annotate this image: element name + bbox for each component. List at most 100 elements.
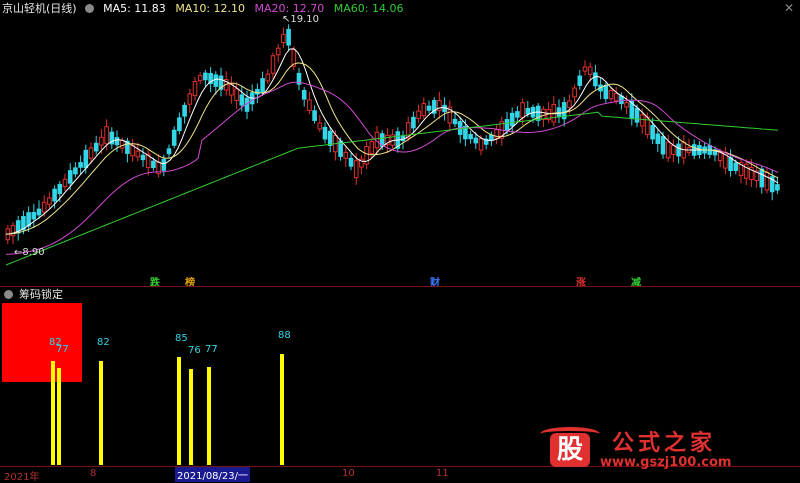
- candle-body: [31, 211, 37, 220]
- candle-body: [260, 78, 265, 93]
- candle-body: [327, 130, 333, 147]
- candle-body: [99, 136, 104, 146]
- candle-body: [78, 162, 83, 168]
- watermark-url: www.gszj100.com: [600, 455, 732, 470]
- candle-body: [582, 66, 588, 72]
- candle-body: [665, 141, 671, 159]
- indicator-bar: [207, 367, 211, 465]
- candle-body: [73, 167, 78, 175]
- candle-body: [265, 73, 271, 82]
- candle-body: [239, 94, 245, 106]
- candle-body: [281, 33, 286, 44]
- candle-body: [88, 147, 94, 159]
- candle-body: [197, 75, 203, 82]
- candle-body: [572, 87, 577, 98]
- high-price-label: 19.10: [290, 14, 320, 25]
- candle-body: [307, 99, 312, 111]
- candles-group: [5, 24, 780, 245]
- candle-body: [213, 74, 219, 87]
- candle-body: [67, 170, 73, 184]
- candle-body: [41, 201, 47, 213]
- watermark-logo-char: 股: [550, 433, 590, 467]
- candle-body: [275, 47, 281, 56]
- candle-body: [541, 108, 546, 120]
- candle-body: [660, 136, 666, 155]
- time-axis-cursor-date: 2021/08/23/一: [175, 467, 251, 482]
- candle-body: [348, 157, 354, 167]
- candle-body: [634, 107, 640, 123]
- candle-body: [312, 110, 317, 121]
- time-axis-label: 8: [90, 468, 97, 479]
- watermark-name: 公式之家: [612, 431, 717, 456]
- low-price-label: 8.90: [22, 247, 45, 258]
- candle-body: [317, 122, 323, 130]
- indicator-bars: [51, 354, 284, 465]
- candle-body: [36, 208, 42, 216]
- ma-lines-group: [5, 48, 779, 266]
- candle-body: [671, 145, 676, 155]
- candle-body: [567, 100, 572, 108]
- candle-body: [270, 55, 276, 74]
- candle-body: [624, 102, 629, 108]
- candle-body: [343, 151, 349, 159]
- site-watermark: 股 公式之家 www.gszj100.com: [540, 425, 780, 475]
- candle-body: [140, 154, 146, 161]
- candle-body: [286, 28, 291, 46]
- candle-body: [192, 81, 198, 97]
- candle-body: [650, 125, 655, 140]
- candle-body: [676, 143, 681, 157]
- candle-body: [608, 90, 614, 100]
- candle-body: [353, 160, 359, 179]
- candle-body: [473, 137, 479, 144]
- candle-body: [177, 117, 182, 132]
- candle-body: [171, 129, 177, 146]
- candle-body: [509, 112, 515, 127]
- indicator-bar: [177, 357, 181, 465]
- candle-body: [478, 138, 484, 151]
- candle-body: [556, 107, 562, 117]
- candle-body: [187, 93, 193, 105]
- candle-body: [593, 72, 598, 87]
- candle-body: [104, 126, 109, 145]
- candle-body: [301, 89, 307, 100]
- candle-body: [733, 162, 739, 171]
- candle-body: [83, 149, 89, 169]
- candle-body: [437, 100, 442, 112]
- candle-body: [135, 150, 141, 158]
- indicator-bar: [189, 369, 193, 465]
- candle-body: [515, 111, 520, 118]
- candle-body: [426, 105, 432, 111]
- candle-body: [255, 88, 260, 95]
- indicator-bar: [51, 361, 55, 465]
- candle-body: [322, 126, 328, 140]
- low-annotation: ←8.90: [14, 247, 45, 258]
- red-signal-box: [2, 303, 82, 382]
- candle-body: [57, 184, 63, 194]
- candle-body: [504, 119, 510, 131]
- candle-body: [203, 72, 208, 81]
- candle-body: [764, 171, 770, 191]
- candle-body: [587, 66, 593, 75]
- candle-body: [119, 139, 125, 149]
- candle-body: [369, 141, 375, 154]
- watermark-logo: 股: [540, 427, 600, 469]
- candle-body: [603, 84, 609, 100]
- candle-body: [161, 158, 167, 171]
- indicator-bar: [280, 354, 284, 465]
- candle-body: [62, 178, 68, 188]
- indicator-bar: [57, 368, 61, 465]
- time-axis-label: 11: [436, 468, 449, 479]
- candle-body: [166, 148, 172, 155]
- high-annotation: ↖19.10: [282, 14, 319, 25]
- candle-body: [411, 116, 416, 129]
- candle-body: [442, 104, 447, 113]
- candle-body: [468, 134, 473, 140]
- candle-body: [47, 197, 52, 205]
- candle-body: [728, 157, 733, 172]
- candle-body: [759, 168, 765, 188]
- candlestick-chart[interactable]: [0, 0, 800, 286]
- candle-body: [525, 107, 531, 115]
- candle-body: [639, 114, 645, 127]
- candle-body: [613, 93, 619, 102]
- candle-body: [151, 160, 156, 169]
